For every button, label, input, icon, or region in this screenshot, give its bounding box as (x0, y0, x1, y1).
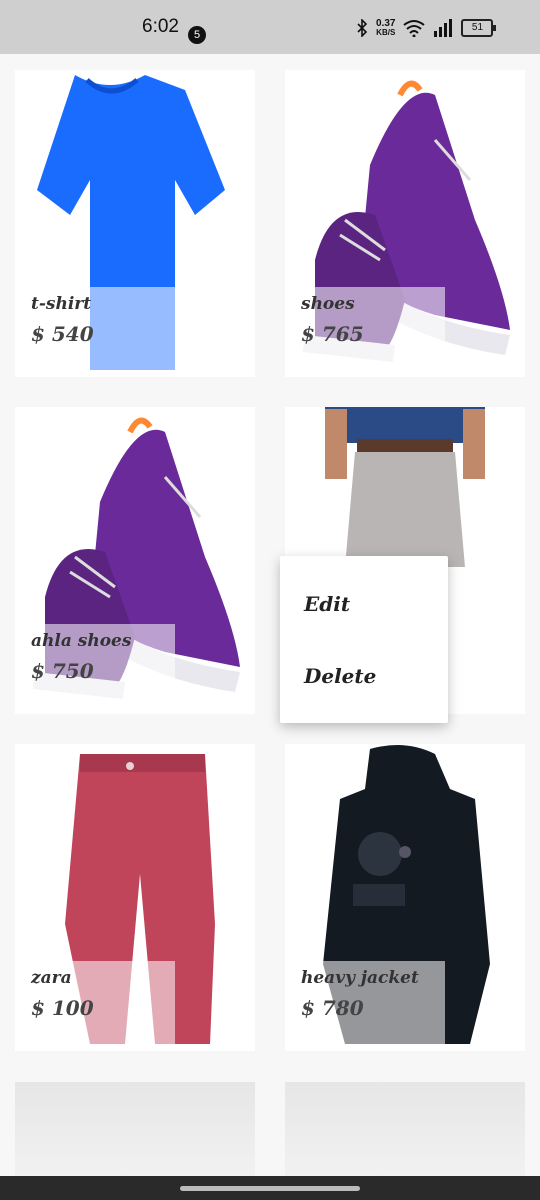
notification-badge: 5 (188, 26, 206, 44)
product-price: $ 100 (31, 996, 94, 1020)
product-title: zara (31, 968, 72, 988)
navigation-bar (0, 1176, 540, 1200)
product-price: $ 780 (301, 996, 364, 1020)
product-price: $ 540 (31, 322, 94, 346)
product-card[interactable] (285, 1082, 525, 1182)
product-card[interactable]: heavy jacket $ 780 (285, 744, 525, 1051)
product-card[interactable]: t-shirt $ 540 (15, 70, 255, 377)
status-time: 6:02 (142, 16, 179, 37)
network-speed-value: 0.37 (376, 18, 396, 29)
product-price: $ 750 (31, 659, 94, 683)
product-card[interactable]: zara $ 100 (15, 744, 255, 1051)
product-title: ahla shoes (31, 631, 132, 651)
product-grid: t-shirt $ 540 shoes $ 765 ahla shoes $ 7… (0, 54, 540, 1182)
product-title: t-shirt (31, 294, 92, 314)
product-title: shoes (301, 294, 355, 314)
edit-menu-item[interactable]: Edit (304, 592, 350, 616)
bluetooth-icon (357, 19, 368, 37)
product-card[interactable]: shoes $ 765 (285, 70, 525, 377)
signal-icon (434, 19, 453, 37)
battery-level: 51 (471, 22, 484, 33)
wifi-icon (403, 20, 426, 37)
battery-icon: 51 (461, 19, 497, 37)
product-card[interactable] (15, 1082, 255, 1182)
context-menu: Edit Delete (280, 556, 448, 723)
gesture-handle[interactable] (180, 1186, 360, 1191)
network-speed: 0.37 KB/S (376, 18, 396, 38)
product-price: $ 765 (301, 322, 364, 346)
product-title: heavy jacket (301, 968, 419, 988)
status-bar: 6:02 5 0.37 KB/S 51 (0, 0, 540, 54)
delete-menu-item[interactable]: Delete (304, 664, 376, 688)
network-speed-unit: KB/S (376, 28, 396, 37)
product-card[interactable]: ahla shoes $ 750 (15, 407, 255, 714)
status-icons: 0.37 KB/S 51 (356, 18, 497, 38)
